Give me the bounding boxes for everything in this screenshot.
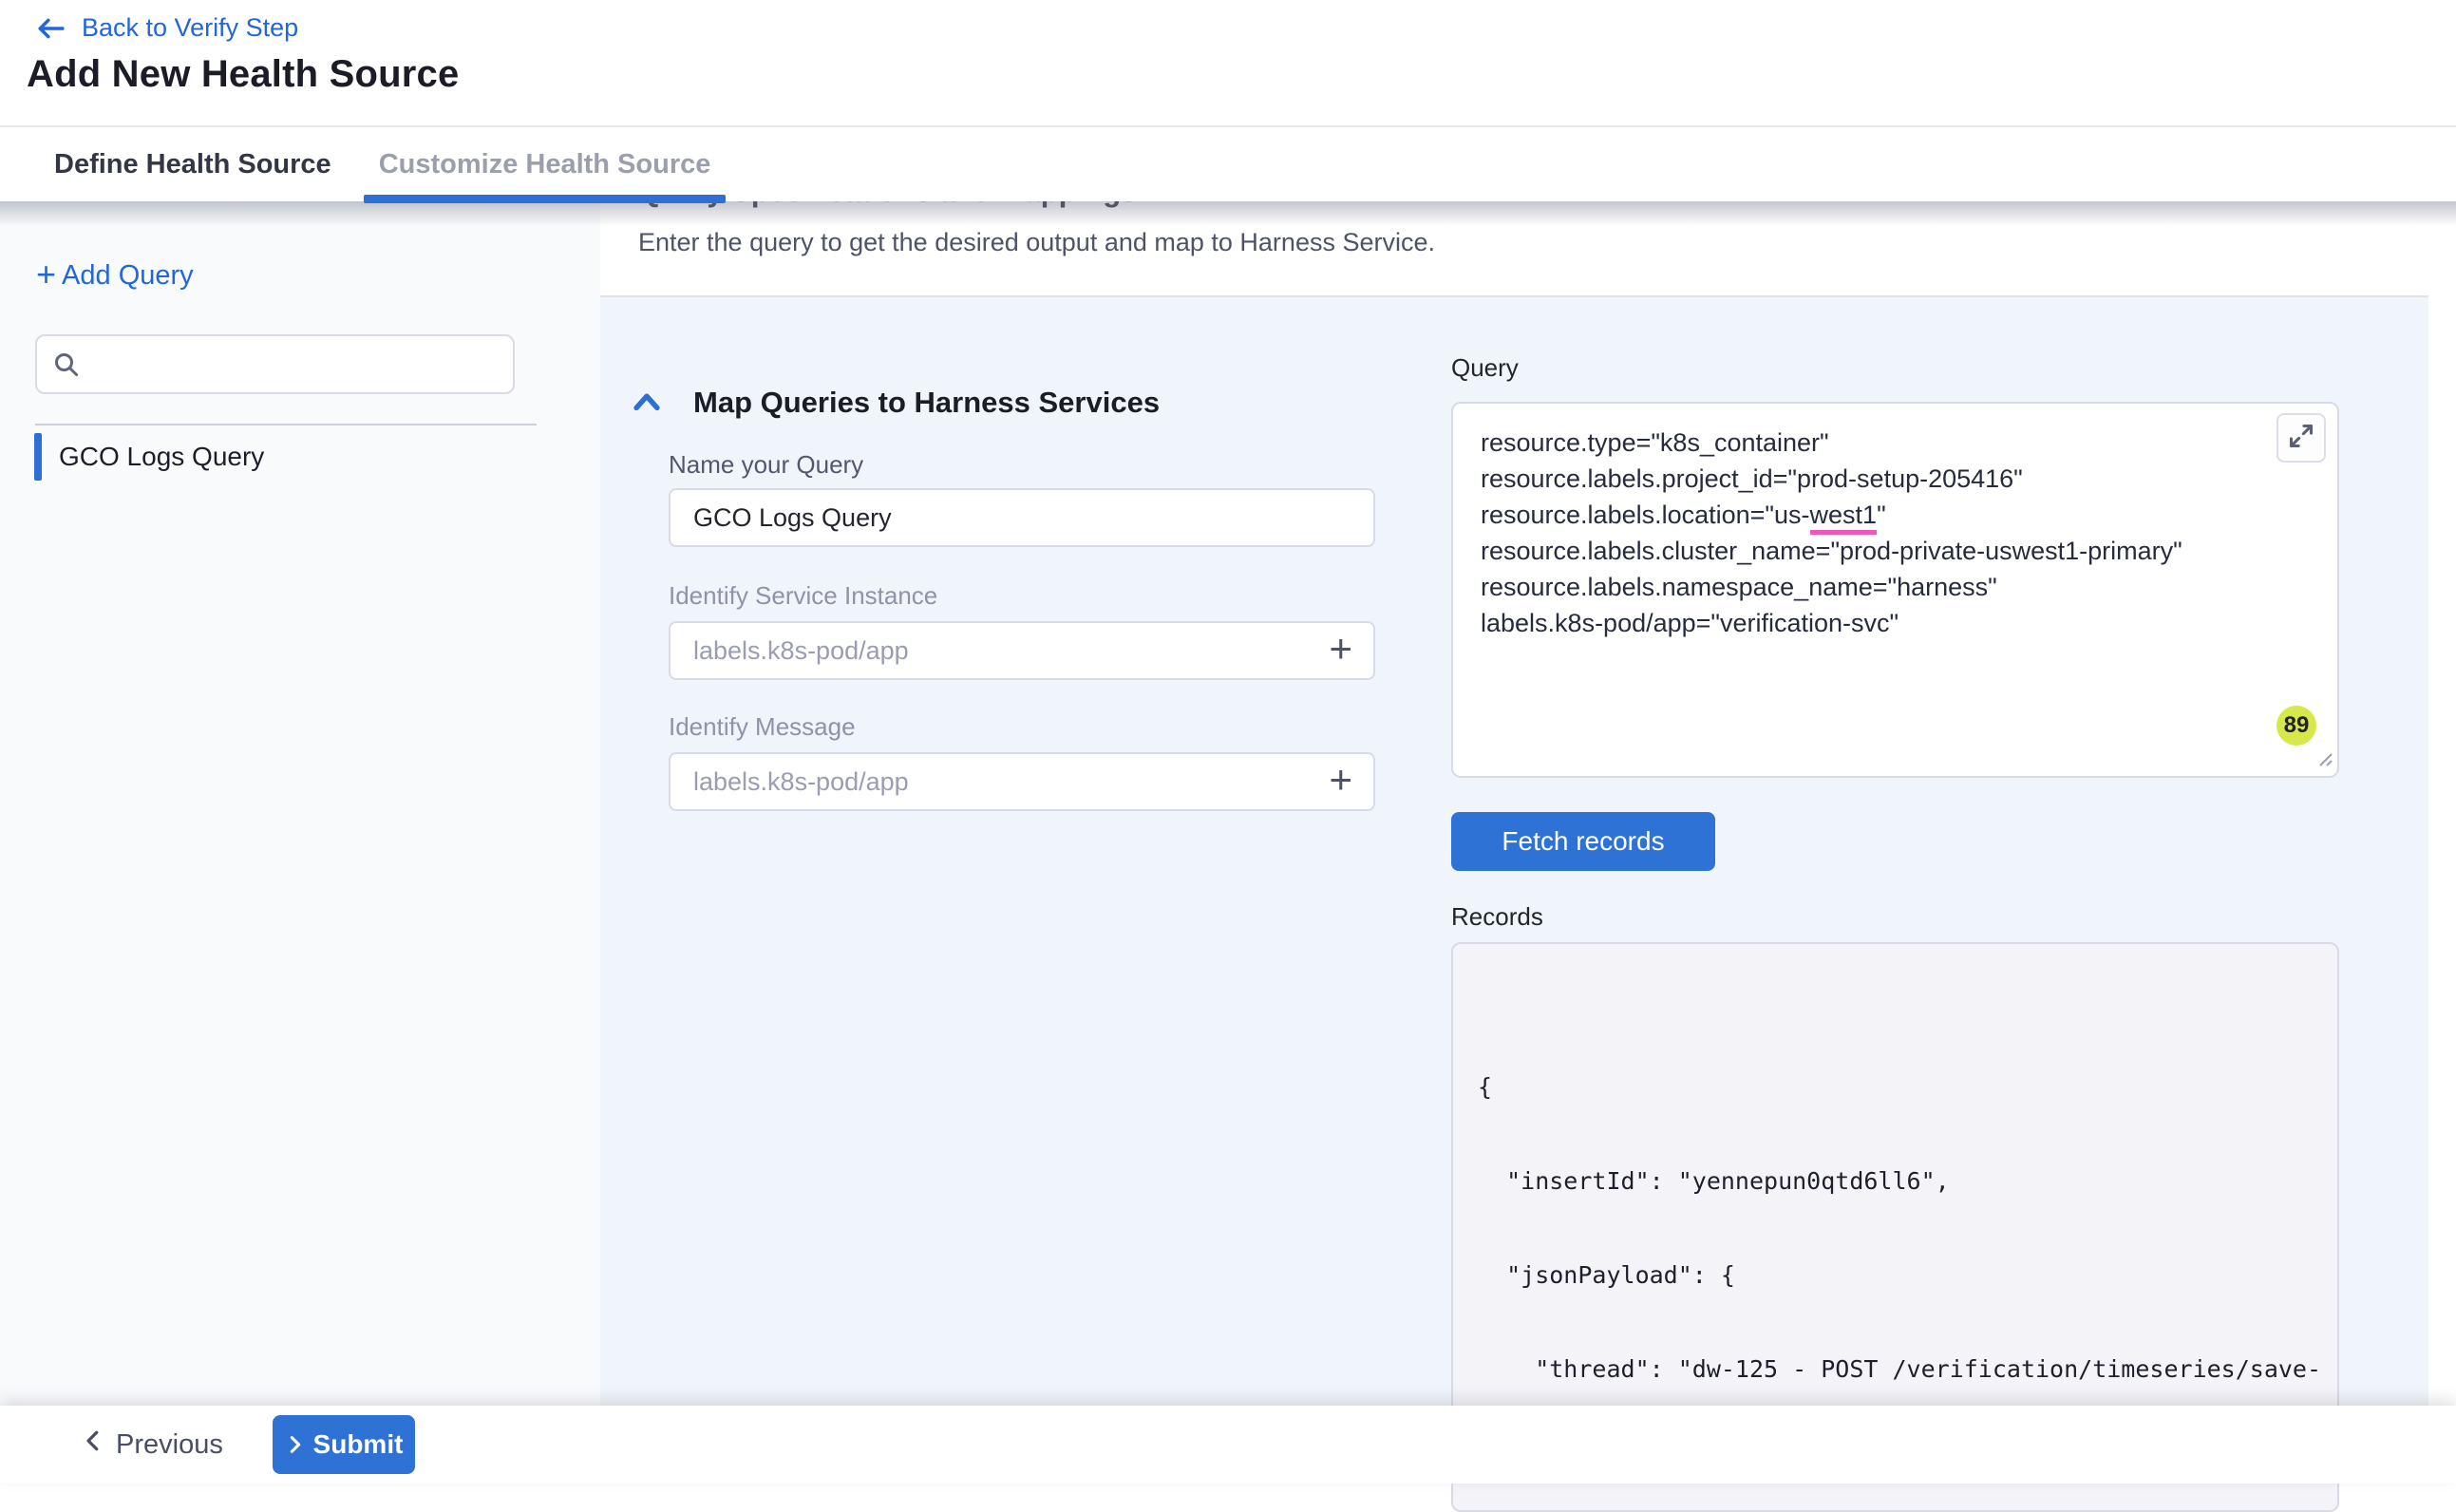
panel-header-band: Query Specifications and Mappings Enter …: [600, 201, 2428, 297]
search-icon: [52, 350, 81, 379]
back-to-verify-step-link[interactable]: Back to Verify Step: [34, 13, 298, 43]
chevron-right-icon: [285, 1434, 306, 1455]
service-instance-field[interactable]: labels.k8s-pod/app +: [669, 621, 1375, 680]
identify-service-instance-label: Identify Service Instance: [669, 581, 937, 611]
query-text: resource.type="k8s_container"resource.la…: [1481, 425, 2182, 641]
tab-customize-health-source[interactable]: Customize Health Source: [364, 127, 727, 201]
chevron-up-icon[interactable]: [631, 388, 663, 417]
footer-bar: Previous Submit: [0, 1406, 2456, 1484]
previous-button[interactable]: Previous: [82, 1406, 223, 1484]
char-count-badge: 89: [2277, 706, 2316, 746]
submit-button[interactable]: Submit: [273, 1415, 415, 1474]
search-input[interactable]: [35, 334, 515, 394]
expand-icon: [2288, 423, 2314, 454]
plus-icon[interactable]: +: [1329, 629, 1352, 669]
main-panel: Query Specifications and Mappings Enter …: [600, 201, 2428, 1484]
records-label: Records: [1451, 902, 1543, 932]
page-title: Add New Health Source: [27, 53, 459, 96]
spellcheck-underline: west1: [1810, 501, 1878, 535]
sidebar-item-gco-logs-query[interactable]: GCO Logs Query: [34, 433, 264, 481]
page-header: Back to Verify Step Add New Health Sourc…: [0, 0, 2456, 125]
fetch-records-button[interactable]: Fetch records: [1451, 812, 1715, 871]
query-textarea[interactable]: resource.type="k8s_container"resource.la…: [1451, 402, 2339, 778]
chevron-left-icon: [82, 1428, 106, 1461]
name-query-label: Name your Query: [669, 450, 863, 480]
expand-fullscreen-button[interactable]: [2277, 413, 2326, 463]
resize-handle[interactable]: [2315, 749, 2333, 771]
tab-define-health-source[interactable]: Define Health Source: [39, 127, 347, 201]
tab-bar: Define Health Source Customize Health So…: [0, 125, 2456, 201]
plus-icon: +: [36, 257, 56, 292]
queries-sidebar: + Add Query GCO Logs Query: [0, 201, 600, 1484]
map-queries-title: Map Queries to Harness Services: [693, 386, 1160, 420]
query-label: Query: [1451, 353, 1519, 383]
message-value: labels.k8s-pod/app: [693, 767, 909, 797]
sidebar-divider: [35, 424, 537, 425]
add-query-button[interactable]: + Add Query: [36, 258, 194, 293]
selected-indicator: [34, 433, 42, 481]
add-health-source-screen: Query Specifications and Mappings Enter …: [0, 0, 2456, 1484]
query-name-input[interactable]: [669, 488, 1375, 547]
section-subtitle: Enter the query to get the desired outpu…: [638, 228, 1435, 257]
plus-icon[interactable]: +: [1329, 760, 1352, 800]
message-field[interactable]: labels.k8s-pod/app +: [669, 752, 1375, 811]
identify-message-label: Identify Message: [669, 712, 856, 742]
service-instance-value: labels.k8s-pod/app: [693, 636, 909, 666]
arrow-left-icon: [34, 15, 66, 42]
